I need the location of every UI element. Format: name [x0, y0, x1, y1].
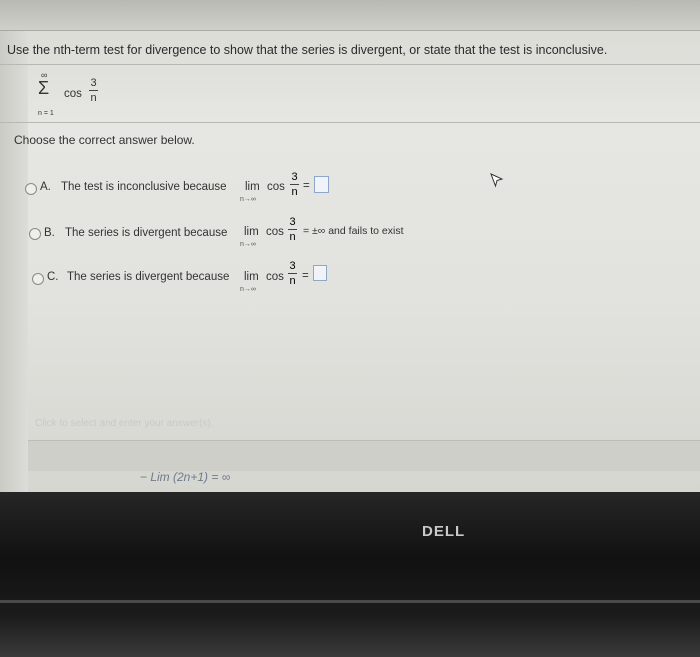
cos-label: cos	[64, 88, 82, 100]
top-toolbar-strip	[0, 0, 700, 30]
option-c-limit-subscript: n→∞	[240, 286, 256, 293]
option-a-limit-subscript: n→∞	[240, 196, 256, 203]
option-c-answer-box[interactable]	[313, 265, 327, 281]
mouse-pointer-icon	[490, 173, 504, 188]
sigma-lower-limit: n = 1	[38, 110, 54, 117]
option-b-limit-subscript: n→∞	[240, 241, 256, 248]
screen: Use the nth-term test for divergence to …	[0, 0, 700, 492]
option-b-letter: B.	[44, 227, 55, 239]
fraction-numerator: 3	[291, 171, 298, 183]
sigma-symbol: Σ	[38, 78, 50, 98]
fraction-denominator: n	[90, 92, 97, 104]
bottom-panel	[28, 440, 700, 471]
fraction-denominator: n	[289, 275, 296, 287]
option-c-cos: cos	[266, 271, 284, 283]
bezel-hinge	[0, 600, 700, 603]
option-a-text: The test is inconclusive because	[61, 181, 227, 193]
answer-hint: Click to select and enter your answer(s)…	[35, 418, 214, 429]
fraction-numerator: 3	[289, 216, 296, 228]
radio-option-b[interactable]	[29, 228, 41, 240]
fraction-denominator: n	[291, 186, 298, 198]
option-c-lim: lim	[244, 271, 259, 283]
laptop-bezel	[0, 492, 700, 657]
fraction-numerator: 3	[289, 260, 296, 272]
option-c-fraction: 3 n	[288, 260, 297, 287]
option-a-equals: =	[303, 180, 310, 192]
option-c-equals: =	[302, 270, 309, 282]
option-b-lim: lim	[244, 226, 259, 238]
option-a-cos: cos	[267, 181, 285, 193]
fraction-bar	[288, 229, 297, 230]
left-margin	[0, 31, 28, 492]
question-text: Use the nth-term test for divergence to …	[7, 43, 608, 57]
fraction-denominator: n	[289, 231, 296, 243]
option-a-fraction: 3 n	[290, 171, 299, 198]
option-c-letter: C.	[47, 271, 59, 283]
option-b-result: = ±∞ and fails to exist	[303, 225, 404, 237]
option-a-answer-box[interactable]	[314, 176, 329, 193]
divider	[0, 64, 700, 65]
divider	[0, 30, 700, 31]
option-b-cos: cos	[266, 226, 284, 238]
option-a-lim: lim	[245, 181, 260, 193]
divider	[0, 122, 700, 123]
fraction-numerator: 3	[90, 77, 97, 89]
option-b-fraction: 3 n	[288, 216, 297, 243]
radio-option-c[interactable]	[32, 273, 44, 285]
series-fraction: 3 n	[89, 77, 98, 104]
fraction-bar	[89, 90, 98, 91]
fraction-bar	[288, 273, 297, 274]
brand-logo: DELL	[422, 523, 466, 540]
radio-option-a[interactable]	[25, 183, 37, 195]
choose-prompt: Choose the correct answer below.	[14, 133, 195, 147]
option-a-letter: A.	[40, 181, 51, 193]
option-c-text: The series is divergent because	[67, 271, 230, 283]
handwritten-note: − Lim (2n+1) = ∞	[140, 470, 231, 484]
fraction-bar	[290, 184, 299, 185]
option-b-text: The series is divergent because	[65, 227, 228, 239]
series-expression: ∞ Σ n = 1 cos 3 n	[38, 70, 118, 120]
